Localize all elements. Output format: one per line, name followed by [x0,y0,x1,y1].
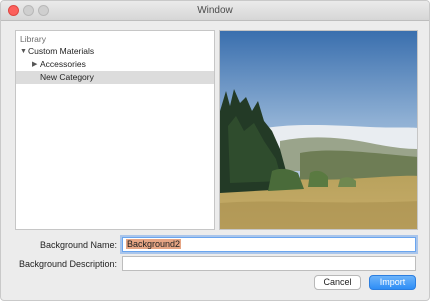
background-name-label: Background Name: [39,240,117,250]
background-description-field[interactable] [122,256,416,271]
window-title: Window [197,5,233,16]
background-preview-image [219,30,418,230]
cancel-button[interactable]: Cancel [314,275,361,290]
background-name-value: Background2 [126,239,182,249]
disclosure-triangle-expanded-icon[interactable]: ▼ [20,45,28,58]
import-button[interactable]: Import [369,275,416,290]
tree-item-label: New Category [40,72,94,82]
title-bar: Window [1,1,429,21]
tree-item-new-category[interactable]: New Category [16,71,214,84]
background-description-label: Background Description: [18,259,117,269]
library-header: Library [20,34,46,44]
tree-item-custom-materials[interactable]: ▼ Custom Materials [16,45,214,58]
tree-item-label: Accessories [40,59,86,69]
disclosure-triangle-collapsed-icon[interactable]: ▶ [32,58,40,71]
background-name-field[interactable]: Background2 [122,237,416,252]
library-panel: Library ▼ Custom Materials ▶ Accessories… [15,30,215,230]
tree-item-accessories[interactable]: ▶ Accessories [16,58,214,71]
landscape-photo [220,31,417,229]
tree-item-label: Custom Materials [28,46,95,56]
import-dialog-window: Window Library ▼ Custom Materials ▶ Acce… [0,0,430,301]
